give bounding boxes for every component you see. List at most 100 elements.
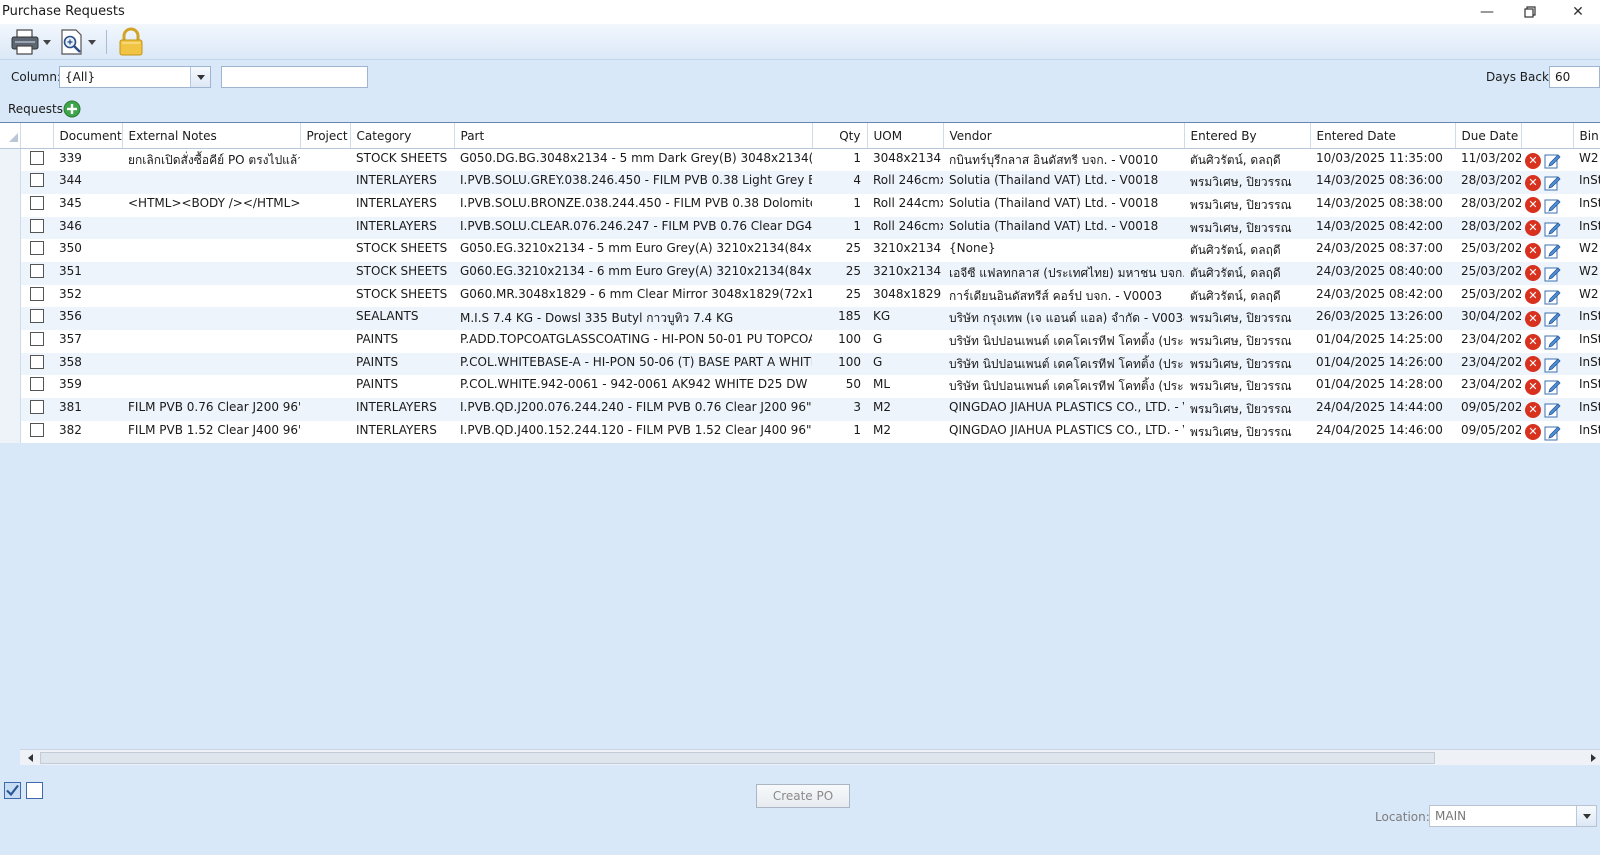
restore-button[interactable] xyxy=(1515,2,1545,22)
row-selector[interactable] xyxy=(0,375,21,399)
row-selector-header[interactable] xyxy=(0,123,21,149)
preview-dropdown-arrow[interactable] xyxy=(88,39,96,45)
chevron-down-icon[interactable] xyxy=(190,67,210,87)
row-checkbox[interactable] xyxy=(29,422,44,437)
delete-icon[interactable]: ✕ xyxy=(1525,242,1541,259)
table-row[interactable]: 339 ยกเลิกเปิดสั่งซื้อคีย์ PO ตรงไปแล้ว ST… xyxy=(0,148,1600,172)
print-dropdown-arrow[interactable] xyxy=(43,39,51,45)
minimize-button[interactable]: — xyxy=(1472,2,1502,22)
table-row[interactable]: 382 FILM PVB 1.52 Clear J400 96" 244 INTER… xyxy=(0,420,1600,444)
edit-icon[interactable] xyxy=(1544,242,1561,259)
row-checkbox[interactable] xyxy=(29,309,44,324)
col-header-qty[interactable]: Qty xyxy=(812,123,868,149)
delete-icon[interactable]: ✕ xyxy=(1525,265,1541,282)
table-row[interactable]: 351 STOCK SHEETS G060.EG.3210x2134 - 6 mm … xyxy=(0,261,1600,285)
row-selector[interactable] xyxy=(0,420,21,444)
delete-icon[interactable]: ✕ xyxy=(1525,310,1541,327)
location-select[interactable]: MAIN xyxy=(1429,805,1597,827)
delete-icon[interactable]: ✕ xyxy=(1525,424,1541,441)
row-selector[interactable] xyxy=(0,239,21,262)
col-header-entered-by[interactable]: Entered By xyxy=(1184,123,1311,149)
col-header-external-notes[interactable]: External Notes xyxy=(122,123,301,149)
col-header-entered-date[interactable]: Entered Date xyxy=(1310,123,1456,149)
lock-button[interactable] xyxy=(117,27,145,57)
row-checkbox[interactable] xyxy=(29,173,44,188)
preview-button[interactable] xyxy=(59,27,96,57)
row-checkbox[interactable] xyxy=(29,400,44,415)
table-row[interactable]: 345 <HTML><BODY /></HTML> INTERLAYERS I.PVB… xyxy=(0,193,1600,217)
scrollbar-thumb[interactable] xyxy=(40,752,1435,764)
delete-icon[interactable]: ✕ xyxy=(1525,401,1541,418)
delete-icon[interactable]: ✕ xyxy=(1525,333,1541,350)
row-selector[interactable] xyxy=(0,284,21,308)
table-row[interactable]: 344 INTERLAYERS I.PVB.SOLU.GREY.038.246.45… xyxy=(0,171,1600,194)
table-row[interactable]: 358 PAINTS P.COL.WHITEBASE-A - HI-PON 50-0… xyxy=(0,352,1600,376)
row-checkbox[interactable] xyxy=(29,241,44,256)
edit-icon[interactable] xyxy=(1544,356,1561,373)
row-selector[interactable] xyxy=(0,171,21,194)
add-circle-icon[interactable] xyxy=(63,100,81,118)
days-back-input[interactable]: 60 xyxy=(1549,66,1600,88)
row-selector[interactable] xyxy=(0,216,21,240)
col-header-bin[interactable]: Bin xyxy=(1573,123,1600,149)
table-row[interactable]: 359 PAINTS P.COL.WHITE.942-0061 - 942-0061… xyxy=(0,375,1600,399)
uncheck-all-button[interactable] xyxy=(26,782,43,799)
edit-icon[interactable] xyxy=(1544,152,1561,169)
table-row[interactable]: 381 FILM PVB 0.76 Clear J200 96" 24 INTERL… xyxy=(0,398,1600,421)
search-input[interactable] xyxy=(221,66,368,88)
edit-icon[interactable] xyxy=(1544,378,1561,395)
col-header-part[interactable]: Part xyxy=(454,123,813,149)
delete-icon[interactable]: ✕ xyxy=(1525,220,1541,237)
col-header-actions[interactable] xyxy=(1521,123,1574,149)
edit-icon[interactable] xyxy=(1544,220,1561,237)
horizontal-scrollbar[interactable] xyxy=(20,749,1600,765)
create-po-button[interactable]: Create PO xyxy=(756,784,850,808)
edit-icon[interactable] xyxy=(1544,197,1561,214)
table-row[interactable]: 346 INTERLAYERS I.PVB.SOLU.CLEAR.076.246.2… xyxy=(0,216,1600,240)
col-header-document[interactable]: Document xyxy=(53,123,123,149)
delete-icon[interactable]: ✕ xyxy=(1525,288,1541,305)
row-checkbox[interactable] xyxy=(29,218,44,233)
row-selector[interactable] xyxy=(0,398,21,421)
check-header[interactable] xyxy=(20,123,54,149)
row-selector[interactable] xyxy=(0,330,21,353)
row-selector[interactable] xyxy=(0,193,21,217)
row-selector[interactable] xyxy=(0,307,21,330)
row-checkbox[interactable] xyxy=(29,195,44,210)
edit-icon[interactable] xyxy=(1544,424,1561,441)
col-header-uom[interactable]: UOM xyxy=(867,123,944,149)
location-chevron-down-icon[interactable] xyxy=(1576,806,1596,826)
scroll-right-icon[interactable] xyxy=(1591,754,1596,762)
check-all-button[interactable] xyxy=(4,782,21,799)
delete-icon[interactable]: ✕ xyxy=(1525,356,1541,373)
edit-icon[interactable] xyxy=(1544,288,1561,305)
delete-icon[interactable]: ✕ xyxy=(1525,152,1541,169)
table-row[interactable]: 357 PAINTS P.ADD.TOPCOATGLASSCOATING - HI-… xyxy=(0,330,1600,353)
row-checkbox[interactable] xyxy=(29,354,44,369)
edit-icon[interactable] xyxy=(1544,265,1561,282)
row-checkbox[interactable] xyxy=(29,263,44,278)
edit-icon[interactable] xyxy=(1544,401,1561,418)
col-header-due-date[interactable]: Due Date xyxy=(1455,123,1522,149)
table-row[interactable]: 356 SEALANTS M.I.S 7.4 KG - Dowsl 335 Buty… xyxy=(0,307,1600,330)
col-header-vendor[interactable]: Vendor xyxy=(943,123,1185,149)
delete-icon[interactable]: ✕ xyxy=(1525,197,1541,214)
row-selector[interactable] xyxy=(0,352,21,376)
scroll-left-icon[interactable] xyxy=(28,754,33,762)
row-checkbox[interactable] xyxy=(29,151,44,165)
col-header-category[interactable]: Category xyxy=(350,123,455,149)
print-button[interactable] xyxy=(10,27,51,57)
col-header-project[interactable]: Project xyxy=(300,123,351,149)
delete-icon[interactable]: ✕ xyxy=(1525,378,1541,395)
column-select[interactable]: {All} xyxy=(59,66,211,88)
edit-icon[interactable] xyxy=(1544,174,1561,191)
table-row[interactable]: 352 STOCK SHEETS G060.MR.3048x1829 - 6 mm … xyxy=(0,284,1600,308)
row-selector[interactable] xyxy=(0,261,21,285)
close-window-button[interactable]: ✕ xyxy=(1563,2,1593,22)
row-checkbox[interactable] xyxy=(29,377,44,392)
table-row[interactable]: 350 STOCK SHEETS G050.EG.3210x2134 - 5 mm … xyxy=(0,239,1600,262)
edit-icon[interactable] xyxy=(1544,333,1561,350)
delete-icon[interactable]: ✕ xyxy=(1525,174,1541,191)
row-selector[interactable] xyxy=(0,148,21,172)
edit-icon[interactable] xyxy=(1544,310,1561,327)
